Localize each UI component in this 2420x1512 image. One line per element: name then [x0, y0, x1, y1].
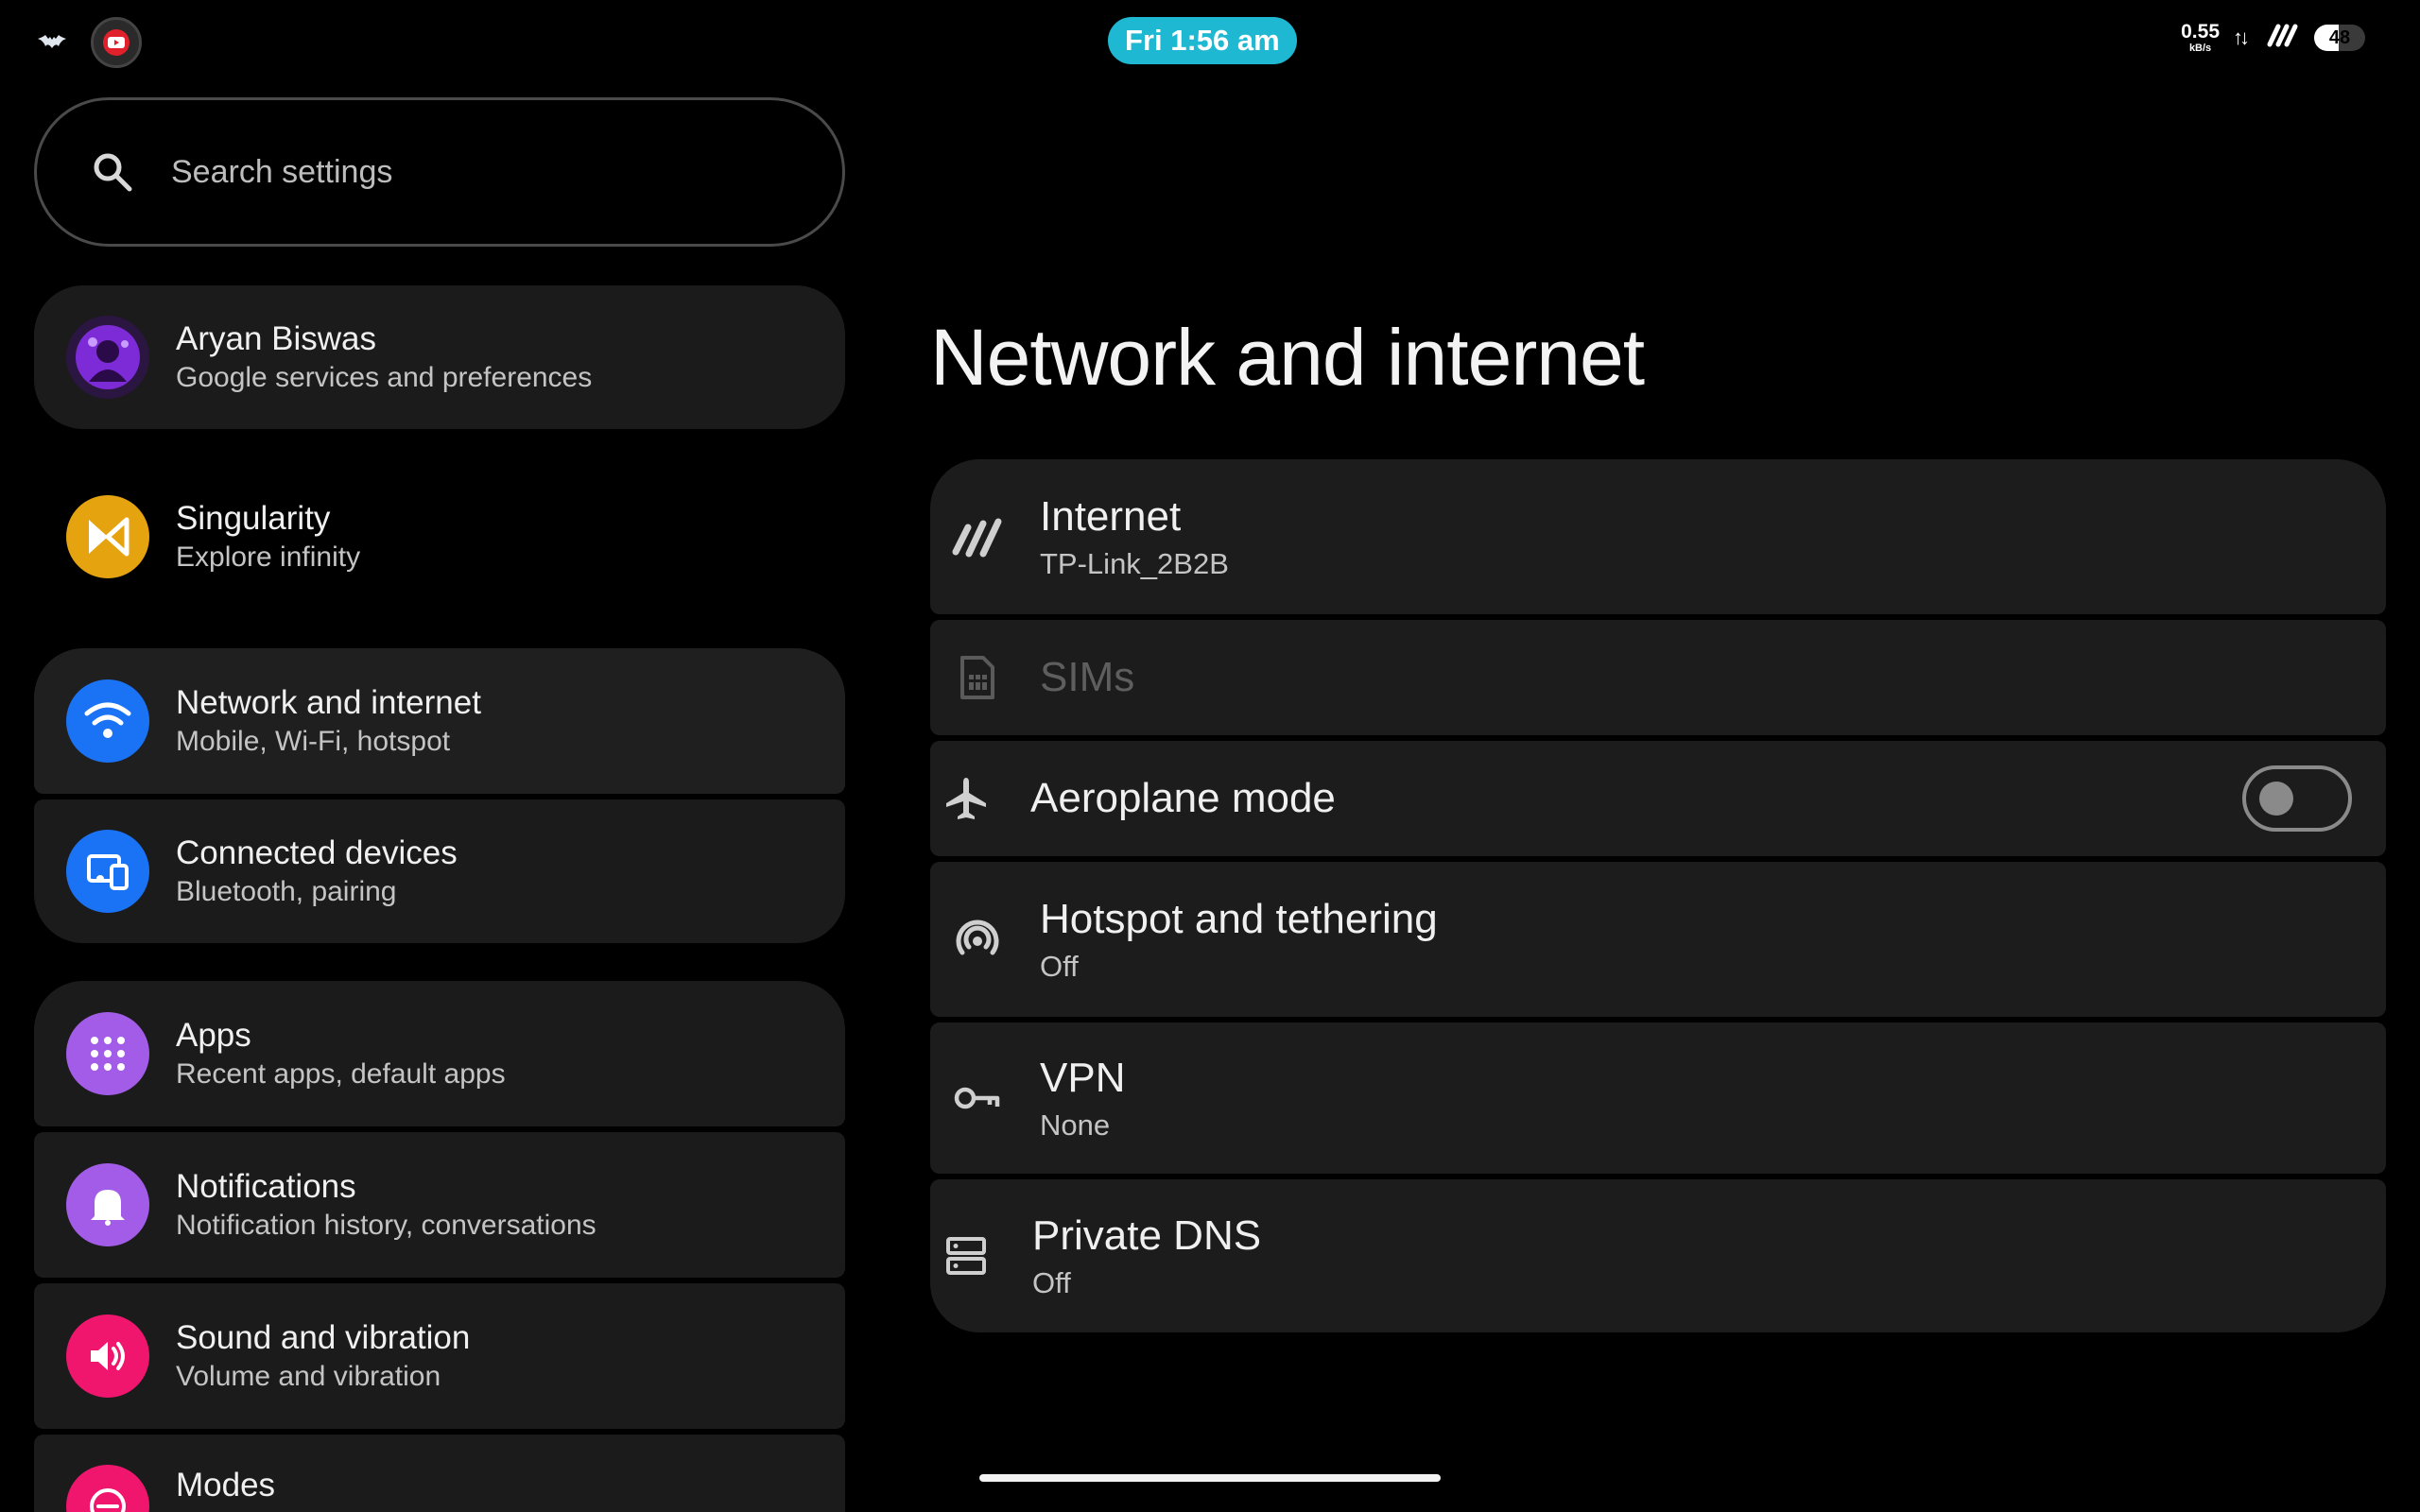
sidebar-item-title: Notifications	[176, 1168, 356, 1206]
apps-grid-icon	[66, 1012, 149, 1095]
status-time[interactable]: Fri 1:56 am	[1108, 17, 1297, 64]
sidebar-item-subtitle: Google services and preferences	[176, 362, 593, 394]
profile-avatar	[66, 316, 149, 399]
speaker-icon	[66, 1314, 149, 1398]
sidebar-item-subtitle: Recent apps, default apps	[176, 1058, 506, 1091]
dns-server-icon	[938, 1228, 994, 1284]
sidebar-item-profile[interactable]: Aryan Biswas Google services and prefere…	[34, 285, 845, 429]
sidebar-item-title: Singularity	[176, 500, 331, 538]
sidebar-item-apps[interactable]: Apps Recent apps, default apps	[34, 981, 845, 1126]
hotspot-icon	[949, 911, 1006, 968]
row-subtitle: TP-Link_2B2B	[1040, 546, 1229, 580]
hotspot-row[interactable]: Hotspot and tethering Off	[930, 862, 2386, 1017]
sidebar-item-subtitle: Bluetooth, pairing	[176, 876, 397, 908]
row-title: Aeroplane mode	[1030, 774, 1336, 821]
airplane-icon	[938, 770, 994, 827]
sidebar-item-subtitle: Notification history, conversations	[176, 1210, 596, 1242]
network-speed-value: 0.55	[2181, 20, 2220, 43]
modes-icon	[66, 1465, 149, 1512]
private-dns-row[interactable]: Private DNS Off	[930, 1179, 2386, 1332]
row-subtitle: Off	[1032, 1265, 1071, 1299]
sidebar-item-title: Modes	[176, 1467, 276, 1503]
sidebar-item-modes[interactable]: Modes	[34, 1435, 845, 1512]
wifi-slash-icon	[949, 508, 1006, 565]
sidebar-item-connected-devices[interactable]: Connected devices Bluetooth, pairing	[34, 799, 845, 943]
sim-card-icon	[949, 649, 1006, 706]
row-title: SIMs	[1040, 653, 1135, 700]
sidebar-item-sound[interactable]: Sound and vibration Volume and vibration	[34, 1283, 845, 1429]
sidebar-item-singularity[interactable]: Singularity Explore infinity	[34, 461, 845, 612]
row-title: Hotspot and tethering	[1040, 896, 1438, 942]
network-speed: 0.55 kB/s	[2181, 22, 2220, 54]
sidebar-item-notifications[interactable]: Notifications Notification history, conv…	[34, 1132, 845, 1278]
network-speed-unit: kB/s	[2188, 42, 2212, 54]
row-subtitle: Off	[1040, 949, 1079, 983]
row-subtitle: None	[1040, 1108, 1111, 1142]
bat-logo-icon	[38, 35, 66, 50]
row-title: Internet	[1040, 493, 1182, 540]
vpn-row[interactable]: VPN None	[930, 1022, 2386, 1174]
battery-level: 48	[2328, 26, 2351, 48]
search-icon	[94, 153, 132, 192]
wifi-icon	[66, 679, 149, 763]
internet-row[interactable]: Internet TP-Link_2B2B	[930, 459, 2386, 614]
sidebar-item-title: Aryan Biswas	[176, 320, 377, 358]
sidebar-item-title: Sound and vibration	[176, 1319, 471, 1357]
sims-row: SIMs	[930, 620, 2386, 735]
battery-icon: 48	[2314, 24, 2365, 51]
sidebar-item-subtitle: Volume and vibration	[176, 1361, 441, 1393]
search-bar[interactable]	[34, 97, 845, 247]
key-icon	[949, 1070, 1006, 1126]
sidebar-item-network[interactable]: Network and internet Mobile, Wi-Fi, hots…	[34, 648, 845, 794]
singularity-icon	[66, 495, 149, 578]
status-bar: Fri 1:56 am 0.55 kB/s ↑↓ 48	[0, 0, 2420, 81]
sidebar-item-title: Apps	[176, 1017, 251, 1055]
search-input[interactable]	[171, 153, 738, 191]
gesture-nav-handle[interactable]	[979, 1474, 1441, 1482]
upload-download-arrows-icon: ↑↓	[2233, 25, 2250, 49]
page-title: Network and internet	[930, 313, 1645, 402]
aeroplane-mode-toggle[interactable]	[2242, 765, 2352, 832]
row-title: VPN	[1040, 1055, 1126, 1101]
toggle-knob	[2259, 782, 2293, 816]
row-title: Private DNS	[1032, 1212, 1262, 1259]
aeroplane-mode-row[interactable]: Aeroplane mode	[930, 741, 2386, 856]
sidebar-item-title: Connected devices	[176, 834, 458, 872]
youtube-icon	[91, 17, 142, 68]
sidebar-item-subtitle: Explore infinity	[176, 541, 361, 574]
sidebar-item-subtitle: Mobile, Wi-Fi, hotspot	[176, 726, 451, 758]
wifi-icon	[2267, 21, 2301, 54]
devices-icon	[66, 830, 149, 913]
bell-icon	[66, 1163, 149, 1246]
sidebar-item-title: Network and internet	[176, 684, 481, 722]
